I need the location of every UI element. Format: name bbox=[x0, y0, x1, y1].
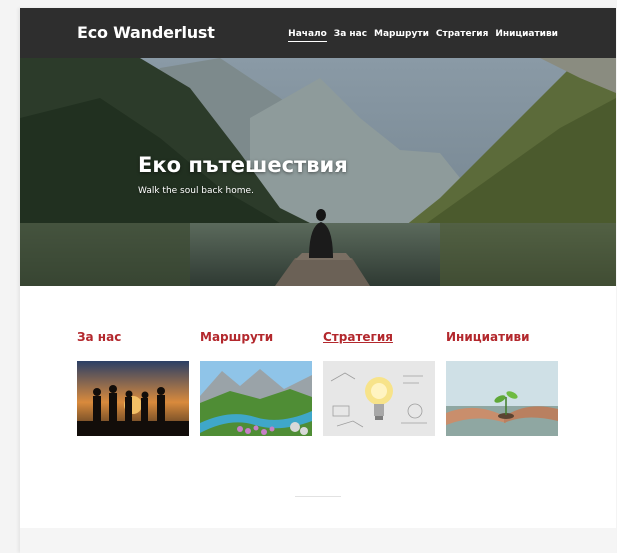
card-image-about[interactable] bbox=[77, 361, 189, 436]
hero-title: Еко пътешествия bbox=[138, 153, 348, 177]
card-image-initiatives[interactable] bbox=[446, 361, 558, 436]
card-initiatives: Инициативи bbox=[446, 330, 558, 436]
page: Eco Wanderlust Начало За нас Маршрути Ст… bbox=[20, 8, 616, 553]
hero-banner: Еко пътешествия Walk the soul back home. bbox=[20, 58, 616, 286]
card-title-initiatives[interactable]: Инициативи bbox=[446, 330, 558, 346]
nav-link-initiatives[interactable]: Инициативи bbox=[495, 29, 558, 42]
hero-subtitle: Walk the soul back home. bbox=[138, 186, 254, 196]
card-about: За нас bbox=[77, 330, 189, 436]
nav-link-strategy[interactable]: Стратегия bbox=[436, 29, 488, 42]
card-title-strategy[interactable]: Стратегия bbox=[323, 330, 435, 346]
card-strategy: Стратегия bbox=[323, 330, 435, 436]
card-title-about[interactable]: За нас bbox=[77, 330, 189, 346]
feature-cards: За нас Маршрути Стратегия Инициативи bbox=[77, 330, 577, 440]
nav-link-about[interactable]: За нас bbox=[334, 29, 367, 42]
footer-band bbox=[20, 528, 616, 553]
site-brand[interactable]: Eco Wanderlust bbox=[77, 23, 215, 42]
card-title-routes[interactable]: Маршрути bbox=[200, 330, 312, 346]
card-image-routes[interactable] bbox=[200, 361, 312, 436]
section-divider bbox=[295, 496, 341, 497]
main-menu: Начало За нас Маршрути Стратегия Инициат… bbox=[288, 29, 558, 42]
nav-link-home[interactable]: Начало bbox=[288, 29, 327, 42]
nav-link-routes[interactable]: Маршрути bbox=[374, 29, 429, 42]
top-navigation-bar: Eco Wanderlust Начало За нас Маршрути Ст… bbox=[20, 8, 616, 58]
card-routes: Маршрути bbox=[200, 330, 312, 436]
card-image-strategy[interactable] bbox=[323, 361, 435, 436]
